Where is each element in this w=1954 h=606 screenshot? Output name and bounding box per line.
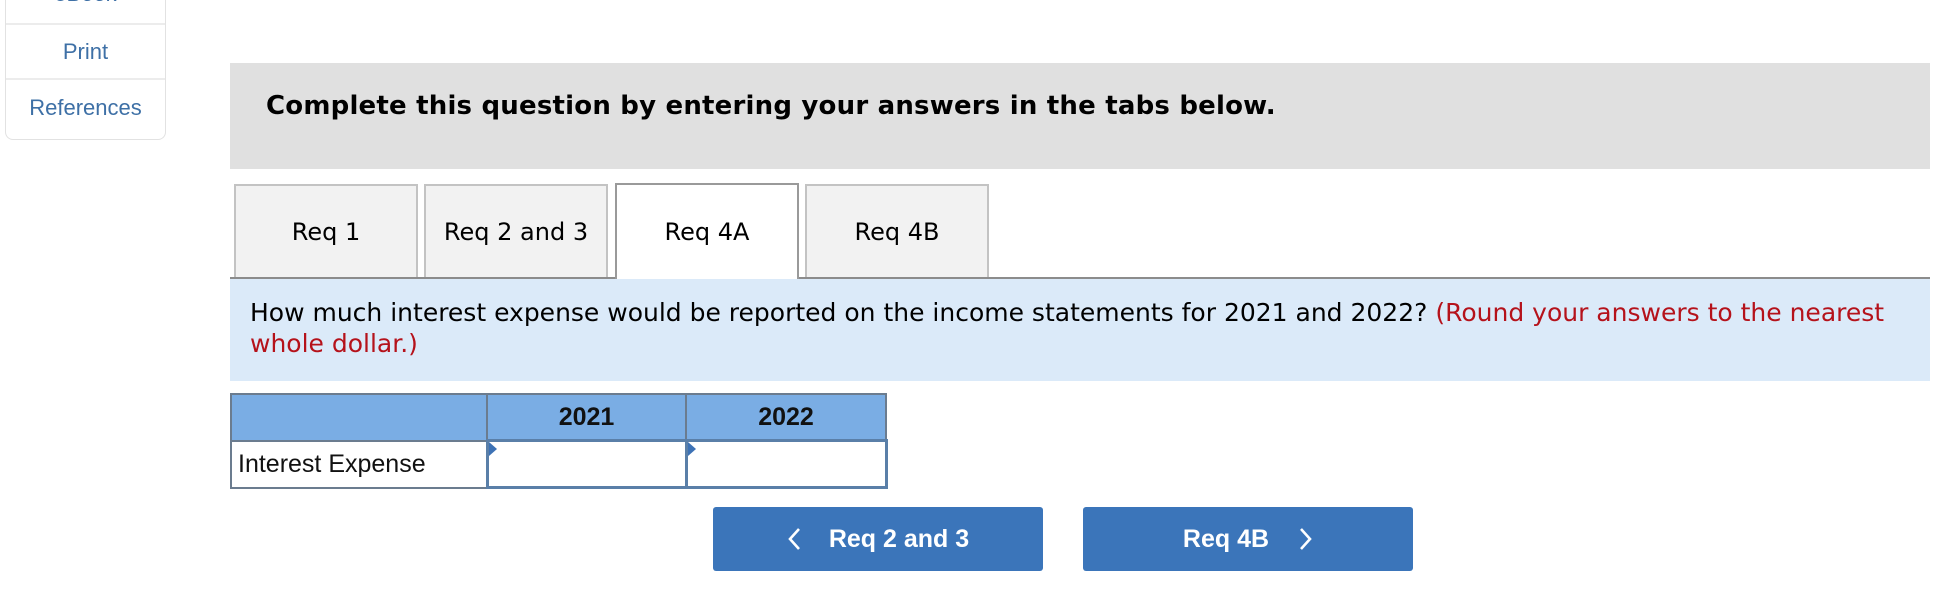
table-header-row: 2021 2022 <box>230 393 887 442</box>
sidebar-item-label: Print <box>62 38 109 64</box>
sidebar-item-print[interactable]: Print <box>6 25 165 80</box>
tab-label: Req 4A <box>664 218 750 246</box>
input-marker-icon <box>488 442 497 456</box>
input-marker-icon <box>687 442 696 456</box>
sidebar-item-label: eBook <box>54 0 116 7</box>
column-header-2021: 2021 <box>486 393 687 442</box>
sidebar-item-label: References <box>29 94 142 120</box>
sidebar-item-references[interactable]: References <box>6 80 165 135</box>
tab-label: Req 2 and 3 <box>443 217 589 246</box>
previous-req-label: Req 2 and 3 <box>828 524 970 553</box>
interest-expense-2022-input[interactable] <box>687 443 885 485</box>
tab-req-4b[interactable]: Req 4B <box>805 184 989 277</box>
next-req-label: Req 4B <box>1182 524 1270 553</box>
row-label-interest-expense: Interest Expense <box>230 439 488 489</box>
table-row: Interest Expense <box>230 439 888 489</box>
interest-expense-2021-input[interactable] <box>488 443 685 485</box>
instruction-banner: Complete this question by entering your … <box>230 63 1930 169</box>
sidebar: eBook Print References <box>5 0 166 140</box>
column-header-blank <box>230 393 488 442</box>
tab-req-1[interactable]: Req 1 <box>234 184 418 277</box>
column-header-2022: 2022 <box>685 393 887 442</box>
tab-req-4a[interactable]: Req 4A <box>615 183 799 279</box>
requirement-tabs: Req 1 Req 2 and 3 Req 4A Req 4B <box>230 183 1930 279</box>
previous-req-button[interactable]: Req 2 and 3 <box>713 507 1043 571</box>
input-cell-2021 <box>485 439 688 489</box>
question-panel: How much interest expense would be repor… <box>230 279 1930 381</box>
tab-label: Req 1 <box>291 217 361 246</box>
tab-req-2-and-3[interactable]: Req 2 and 3 <box>424 184 608 277</box>
input-cell-2022 <box>684 439 888 489</box>
instruction-text: Complete this question by entering your … <box>266 91 1276 121</box>
question-text: How much interest expense would be repor… <box>250 298 1428 327</box>
chevron-right-icon <box>1299 527 1313 551</box>
tab-label: Req 4B <box>854 217 940 246</box>
answer-table: 2021 2022 Interest Expense <box>230 393 888 489</box>
next-req-button[interactable]: Req 4B <box>1083 507 1413 571</box>
chevron-left-icon <box>787 527 801 551</box>
sidebar-item-ebook[interactable]: eBook <box>6 0 165 25</box>
